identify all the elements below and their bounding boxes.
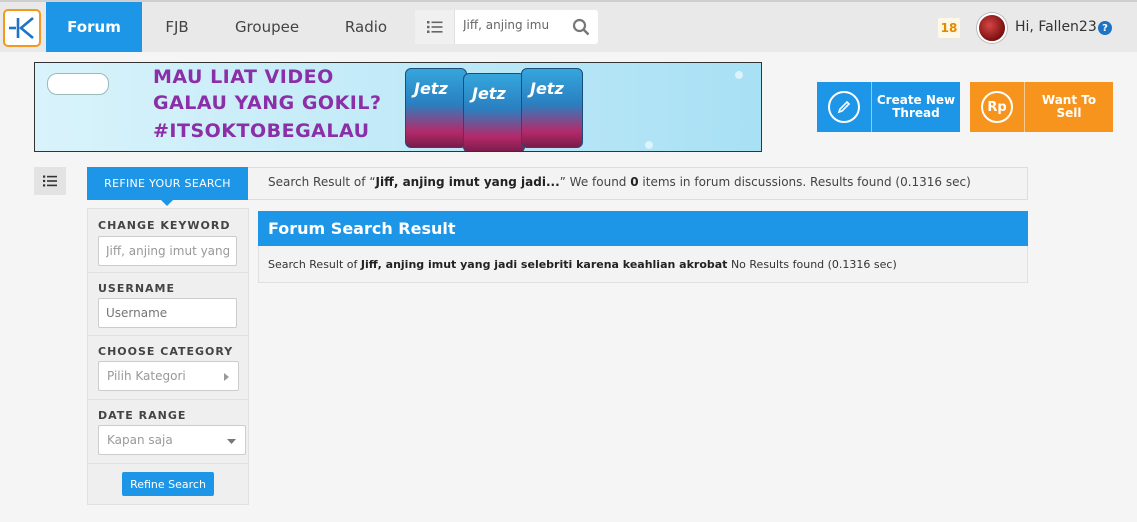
decor-dot <box>645 141 653 149</box>
want-to-sell-label: Want To Sell <box>1041 93 1097 120</box>
category-label: CHOOSE CATEGORY <box>98 345 234 358</box>
category-section: CHOOSE CATEGORY Pilih Kategori <box>88 336 248 400</box>
forum-result-text: Search Result of Jiff, anjing imut yang … <box>268 258 897 271</box>
username-label: USERNAME <box>98 282 176 295</box>
pencil-icon <box>828 91 860 123</box>
chevron-down-icon <box>227 439 236 444</box>
username-input[interactable] <box>98 298 237 328</box>
refine-search-button[interactable]: Refine Search <box>122 472 214 496</box>
refine-search-tab[interactable]: REFINE YOUR SEARCH <box>87 167 248 206</box>
date-range-section: DATE RANGE Kapan saja <box>88 400 248 464</box>
sidebar-toggle-button[interactable] <box>34 167 66 195</box>
help-icon[interactable]: ? <box>1098 21 1112 35</box>
tab-groupee[interactable]: Groupee <box>222 2 312 52</box>
tab-fjb[interactable]: FJB <box>142 2 212 52</box>
snack-package-image: Jetz <box>463 73 525 151</box>
date-range-label: DATE RANGE <box>98 409 187 422</box>
summary-count: 0 <box>630 175 639 189</box>
banner-line-1: MAU LIAT VIDEO <box>153 66 334 88</box>
banner-line-3: #ITSOKTOBEGALAU <box>153 120 370 142</box>
search-box <box>415 10 598 44</box>
banner-line-2: GALAU YANG GOKIL? <box>153 92 382 114</box>
list-icon <box>43 175 57 187</box>
search-icon[interactable] <box>572 18 590 36</box>
snack-package-image: Jetz <box>521 68 583 148</box>
ad-banner[interactable]: MAU LIAT VIDEO GALAU YANG GOKIL? #ITSOKT… <box>34 62 762 152</box>
chevron-right-icon <box>224 373 229 381</box>
want-to-sell-button[interactable]: Rp Want To Sell <box>970 82 1113 132</box>
top-navbar: Forum FJB Groupee Radio 18 Hi, Fallen23 … <box>0 0 1137 52</box>
decor-dot <box>735 71 743 79</box>
notification-badge[interactable]: 18 <box>938 18 960 38</box>
avatar[interactable] <box>977 13 1007 43</box>
want-to-sell-icon-wrap: Rp <box>970 82 1025 132</box>
summary-query: Jiff, anjing imut yang jadi... <box>375 175 560 189</box>
refine-panel: CHANGE KEYWORD USERNAME CHOOSE CATEGORY … <box>87 208 249 505</box>
tab-forum[interactable]: Forum <box>46 2 142 52</box>
keyword-label: CHANGE KEYWORD <box>98 219 231 232</box>
date-range-select[interactable]: Kapan saja <box>98 425 246 455</box>
snack-package-image: Jetz <box>405 68 467 148</box>
kaskus-logo-icon <box>9 17 34 39</box>
username-section: USERNAME <box>88 273 248 336</box>
forum-result-query: Jiff, anjing imut yang jadi selebriti ka… <box>360 258 728 271</box>
list-icon <box>426 21 442 33</box>
brand-seal-icon <box>47 73 109 95</box>
forum-result-title: Forum Search Result <box>258 211 1028 246</box>
search-input[interactable] <box>463 18 563 32</box>
create-thread-label: Create New Thread <box>876 93 956 120</box>
keyword-input[interactable] <box>98 236 237 266</box>
category-select[interactable]: Pilih Kategori <box>98 361 239 391</box>
search-category-button[interactable] <box>415 10 455 44</box>
user-greeting[interactable]: Hi, Fallen23 <box>1015 19 1097 35</box>
create-thread-button[interactable]: Create New Thread <box>817 82 960 132</box>
kaskus-logo[interactable] <box>3 9 41 47</box>
search-summary-text: Search Result of “Jiff, anjing imut yang… <box>268 175 971 189</box>
rupiah-icon: Rp <box>981 91 1013 123</box>
tab-radio[interactable]: Radio <box>326 2 406 52</box>
keyword-section: CHANGE KEYWORD <box>88 209 248 273</box>
create-thread-icon-wrap <box>817 82 872 132</box>
